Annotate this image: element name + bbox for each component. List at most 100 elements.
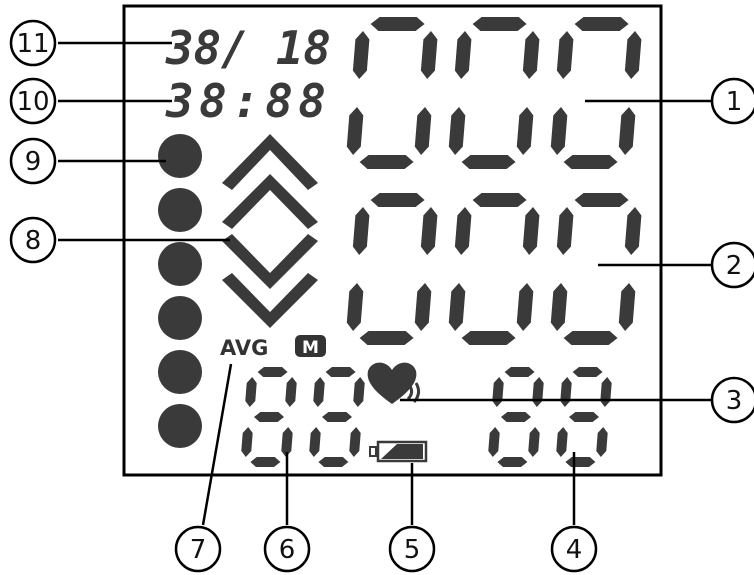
- digit: [488, 367, 544, 467]
- callout-8: 8: [9, 216, 57, 264]
- digit-segment: [528, 427, 540, 457]
- heart-icon: [367, 362, 421, 404]
- digit-segment: [501, 412, 531, 422]
- digit-segment: [359, 155, 414, 169]
- memory-badge-label: M: [302, 338, 319, 358]
- digit-segment: [532, 377, 544, 407]
- digit-segment: [346, 107, 364, 155]
- digit-segment: [572, 367, 603, 377]
- digit-segment: [420, 207, 438, 255]
- who-indicator-dot: [158, 350, 202, 394]
- date-display: 38/ 18: [165, 21, 331, 75]
- memory-value: [241, 367, 365, 467]
- callout-number: 11: [16, 29, 49, 59]
- callout-number: 5: [404, 535, 421, 565]
- who-indicator-dot: [158, 134, 202, 178]
- digit-segment: [448, 107, 466, 155]
- digit-segment: [516, 283, 534, 331]
- callout-markers: 1 2 3 4 5 6 7 8 9 10 11: [9, 19, 754, 573]
- digit-segment: [285, 377, 297, 407]
- digit-segment: [497, 457, 528, 467]
- digit-segment: [448, 283, 466, 331]
- callout-number: 9: [25, 147, 42, 177]
- digit-segment: [560, 377, 572, 407]
- digit: [448, 17, 540, 169]
- callout-number: 10: [16, 87, 49, 117]
- digit-segment: [353, 377, 365, 407]
- digit-segment: [349, 427, 361, 457]
- callout-10: 10: [9, 77, 57, 125]
- digit-segment: [522, 207, 540, 255]
- digit-segment: [556, 207, 574, 255]
- callout-number: 7: [190, 535, 207, 565]
- digit-segment: [522, 31, 540, 79]
- digit-segment: [241, 427, 253, 457]
- callout-1: 1: [710, 77, 754, 125]
- who-indicator-dot: [158, 242, 202, 286]
- digit-segment: [556, 31, 574, 79]
- digit-segment: [461, 331, 516, 345]
- callout-3: 3: [710, 376, 754, 424]
- callout-number: 2: [726, 251, 743, 281]
- digit: [556, 367, 612, 467]
- digit: [346, 193, 438, 345]
- diastolic-value: [346, 193, 642, 345]
- callout-6: 6: [263, 525, 311, 573]
- callout-number: 4: [566, 535, 583, 565]
- digit-segment: [574, 193, 629, 207]
- who-indicator-dot: [158, 296, 202, 340]
- digit-segment: [461, 155, 516, 169]
- digit-segment: [516, 107, 534, 155]
- digit-segment: [454, 207, 472, 255]
- digit-segment: [600, 377, 612, 407]
- avg-label: AVG: [220, 336, 268, 360]
- who-indicator-dot: [158, 404, 202, 448]
- digit-segment: [352, 31, 370, 79]
- digit-segment: [565, 457, 596, 467]
- time-display: 38:88: [165, 74, 326, 128]
- callout-11: 11: [9, 19, 57, 67]
- digit: [448, 193, 540, 345]
- callout-number: 3: [726, 386, 743, 416]
- digit-segment: [472, 193, 527, 207]
- digit-segment: [370, 17, 425, 31]
- digit-segment: [325, 367, 356, 377]
- digit-segment: [563, 331, 618, 345]
- digit-segment: [618, 107, 636, 155]
- digit-segment: [318, 457, 349, 467]
- digit-segment: [574, 17, 629, 31]
- digit-segment: [370, 193, 425, 207]
- systolic-value: [346, 17, 642, 169]
- digit-segment: [352, 207, 370, 255]
- digit-segment: [550, 107, 568, 155]
- digit-segment: [472, 17, 527, 31]
- digit-segment: [596, 427, 608, 457]
- leader-lines: [58, 41, 712, 526]
- digit-segment: [414, 107, 432, 155]
- digit-segment: [454, 31, 472, 79]
- who-indicator-dot: [158, 188, 202, 232]
- digit-segment: [488, 427, 500, 457]
- digit-segment: [504, 367, 535, 377]
- digit: [309, 367, 365, 467]
- digit: [346, 17, 438, 169]
- callout-4: 4: [550, 525, 598, 573]
- digit-segment: [420, 31, 438, 79]
- digit-segment: [414, 283, 432, 331]
- digit-segment: [569, 412, 599, 422]
- digit-segment: [250, 457, 281, 467]
- callout-number: 6: [279, 535, 296, 565]
- callout-9: 9: [9, 137, 57, 185]
- digit: [550, 17, 642, 169]
- arrow-icons: [222, 134, 318, 328]
- digit-segment: [257, 367, 288, 377]
- battery-icon: [369, 440, 428, 463]
- digit-segment: [254, 412, 284, 422]
- digit-segment: [550, 283, 568, 331]
- digit-segment: [322, 412, 352, 422]
- digit-segment: [313, 377, 325, 407]
- digit-segment: [556, 427, 568, 457]
- callout-2: 2: [710, 241, 754, 289]
- callout-5: 5: [388, 525, 436, 573]
- digit: [550, 193, 642, 345]
